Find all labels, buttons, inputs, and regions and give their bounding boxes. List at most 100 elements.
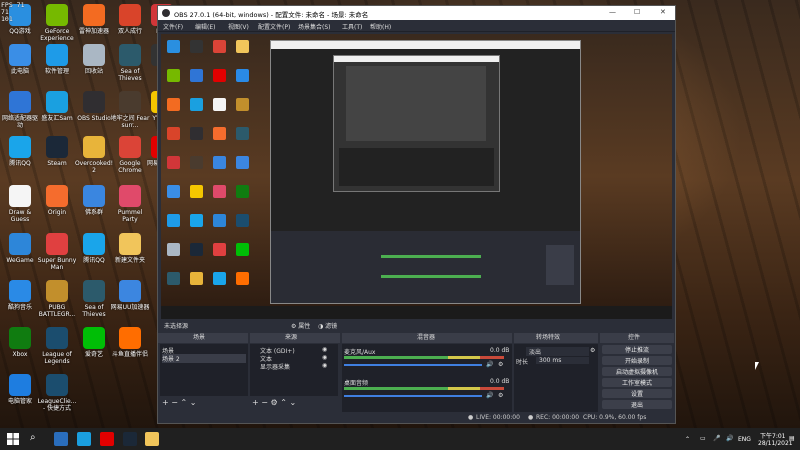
volume-slider[interactable] <box>344 395 482 397</box>
desktop-icon[interactable]: LeagueClie... - 快捷方式 <box>37 374 77 412</box>
gear-icon[interactable]: ⚙ <box>271 398 278 407</box>
preview-canvas[interactable] <box>161 34 672 319</box>
eye-icon[interactable]: ◉ <box>322 354 327 361</box>
desktop-icon[interactable]: 电脑管家 <box>0 374 40 405</box>
browser-icon[interactable] <box>77 432 91 446</box>
eye-icon[interactable]: ◉ <box>322 362 327 369</box>
microphone-icon[interactable]: 🎤 <box>713 435 720 442</box>
desktop-icon[interactable]: Steam <box>37 136 77 167</box>
menu-help[interactable]: 帮助(H) <box>370 22 391 31</box>
speaker-icon[interactable]: 🔊 <box>726 435 733 442</box>
app-icon <box>46 233 68 255</box>
rec-status: REC: 00:00:00 <box>536 414 580 421</box>
app-icon <box>119 185 141 207</box>
desktop-icon[interactable]: 网络适配器驱动 <box>0 91 40 129</box>
desktop-icon[interactable]: 佛系群 <box>74 185 114 216</box>
chevron-up-icon[interactable]: ⌃ <box>685 436 690 443</box>
desktop-icon[interactable]: Draw & Guess <box>0 185 40 223</box>
properties-button[interactable]: ⚙ 属性 <box>291 321 310 330</box>
netease-icon[interactable] <box>100 432 114 446</box>
desktop-icon[interactable]: 回收站 <box>74 44 114 75</box>
speaker-icon[interactable]: 🔊 <box>486 361 493 368</box>
mixer-track-name: 桌面音频 <box>344 380 369 387</box>
language-indicator[interactable]: ENG <box>738 436 751 443</box>
desktop-icon[interactable]: 此电脑 <box>0 44 40 75</box>
down-icon[interactable]: ⌄ <box>289 398 296 407</box>
close-button[interactable]: ✕ <box>660 8 666 16</box>
desktop-icon[interactable]: 盛友汇Sam <box>37 91 77 122</box>
windows-icon[interactable] <box>6 432 20 446</box>
menu-tools[interactable]: 工具(T) <box>342 22 362 31</box>
clock-time[interactable]: 下午7:01 <box>760 431 785 440</box>
desktop-icon-label: 腾讯QQ <box>83 257 105 264</box>
eye-icon[interactable]: ◉ <box>322 346 327 353</box>
up-icon[interactable]: ⌃ <box>181 398 188 407</box>
menu-file[interactable]: 文件(F) <box>163 22 183 31</box>
desktop-icon[interactable]: Pummel Party <box>110 185 150 223</box>
desktop-icon[interactable]: League of Legends <box>37 327 77 365</box>
obs-window[interactable]: OBS 27.0.1 (64-bit, windows) - 配置文件: 未命名… <box>157 5 676 424</box>
transition-select[interactable]: 淡出 <box>526 347 589 356</box>
gear-icon[interactable]: ⚙ <box>498 392 503 399</box>
menu-edit[interactable]: 编辑(E) <box>195 22 215 31</box>
start-recording-button[interactable]: 开始录制 <box>602 356 672 365</box>
filters-button[interactable]: ◑ 滤镜 <box>318 321 337 330</box>
studio-mode-button[interactable]: 工作室模式 <box>602 378 672 387</box>
minimize-button[interactable]: — <box>609 8 616 16</box>
desktop-icon[interactable]: PUBG BATTLEGR... <box>37 280 77 318</box>
desktop-icon[interactable]: Sea of Thieves <box>74 280 114 318</box>
menu-scene-collection[interactable]: 场景集合(S) <box>298 22 331 31</box>
desktop-icon[interactable]: 斗鱼直播伴侣 <box>110 327 150 358</box>
desktop-icon[interactable]: OBS Studio <box>74 91 114 122</box>
start-virtual-camera-button[interactable]: 启动虚拟摄像机 <box>602 367 672 376</box>
speaker-icon[interactable]: 🔊 <box>486 392 493 399</box>
add-icon[interactable]: + <box>162 398 169 407</box>
desktop-icon[interactable]: 雷神加速器 <box>74 4 114 35</box>
desktop-icon[interactable]: Overcooked! 2 <box>74 136 114 174</box>
desktop-icon[interactable]: Super Bunny Man <box>37 233 77 271</box>
sources-list[interactable]: 文本 (GDI+) 文本 显示器采集 ◉ ◉ ◉ <box>250 344 338 396</box>
desktop-icon[interactable]: 网易UU加速器 <box>110 280 150 311</box>
steam-icon[interactable] <box>123 432 137 446</box>
maximize-button[interactable]: ☐ <box>634 8 640 16</box>
list-item[interactable]: 显示器采集 <box>260 362 290 371</box>
folder-icon[interactable] <box>145 432 159 446</box>
desktop-icon-label: 回收站 <box>84 68 103 75</box>
desktop-icon[interactable]: 腾讯QQ <box>0 136 40 167</box>
gear-icon[interactable]: ⚙ <box>498 361 503 368</box>
duration-input[interactable]: 300 ms <box>536 357 589 364</box>
volume-slider[interactable] <box>344 364 482 366</box>
list-item[interactable]: 场景 2 <box>162 354 246 363</box>
remove-icon[interactable]: − <box>171 398 178 407</box>
network-icon[interactable]: ▭ <box>700 435 706 442</box>
search-icon[interactable]: ⌕ <box>30 432 44 446</box>
desktop-icon-label: Sea of Thieves <box>82 304 106 318</box>
desktop-icon[interactable]: 新建文件夹 <box>110 233 150 264</box>
menu-profile[interactable]: 配置文件(P) <box>258 22 290 31</box>
menu-view[interactable]: 视图(V) <box>228 22 249 31</box>
up-icon[interactable]: ⌃ <box>280 398 287 407</box>
title-bar[interactable]: OBS 27.0.1 (64-bit, windows) - 配置文件: 未命名… <box>158 6 675 20</box>
app-icon <box>46 374 68 396</box>
scenes-list[interactable]: 场景 场景 2 <box>160 344 248 396</box>
task-view-icon[interactable] <box>54 432 68 446</box>
add-icon[interactable]: + <box>252 398 259 407</box>
remove-icon[interactable]: − <box>261 398 268 407</box>
desktop-icon[interactable]: 腾讯QQ <box>74 233 114 264</box>
desktop-icon[interactable]: 酷狗音乐 <box>0 280 40 311</box>
notification-icon[interactable]: ▤ <box>789 435 795 442</box>
desktop-icon-label: LeagueClie... - 快捷方式 <box>37 398 77 412</box>
desktop-icon-label: Pummel Party <box>117 209 143 223</box>
settings-button[interactable]: 设置 <box>602 389 672 398</box>
clock-date[interactable]: 28/11/2021 <box>758 440 793 447</box>
desktop-icon[interactable]: 软件管理 <box>37 44 77 75</box>
desktop-icon[interactable]: GeForce Experience <box>37 4 77 42</box>
stop-streaming-button[interactable]: 停止推流 <box>602 345 672 354</box>
desktop-icon[interactable]: Xbox <box>0 327 40 358</box>
down-icon[interactable]: ⌄ <box>190 398 197 407</box>
desktop-icon[interactable]: Origin <box>37 185 77 216</box>
gear-icon[interactable]: ⚙ <box>590 347 595 354</box>
exit-button[interactable]: 退出 <box>602 400 672 409</box>
desktop-icon[interactable]: WeGame <box>0 233 40 264</box>
desktop-icon[interactable]: 爱奇艺 <box>74 327 114 358</box>
